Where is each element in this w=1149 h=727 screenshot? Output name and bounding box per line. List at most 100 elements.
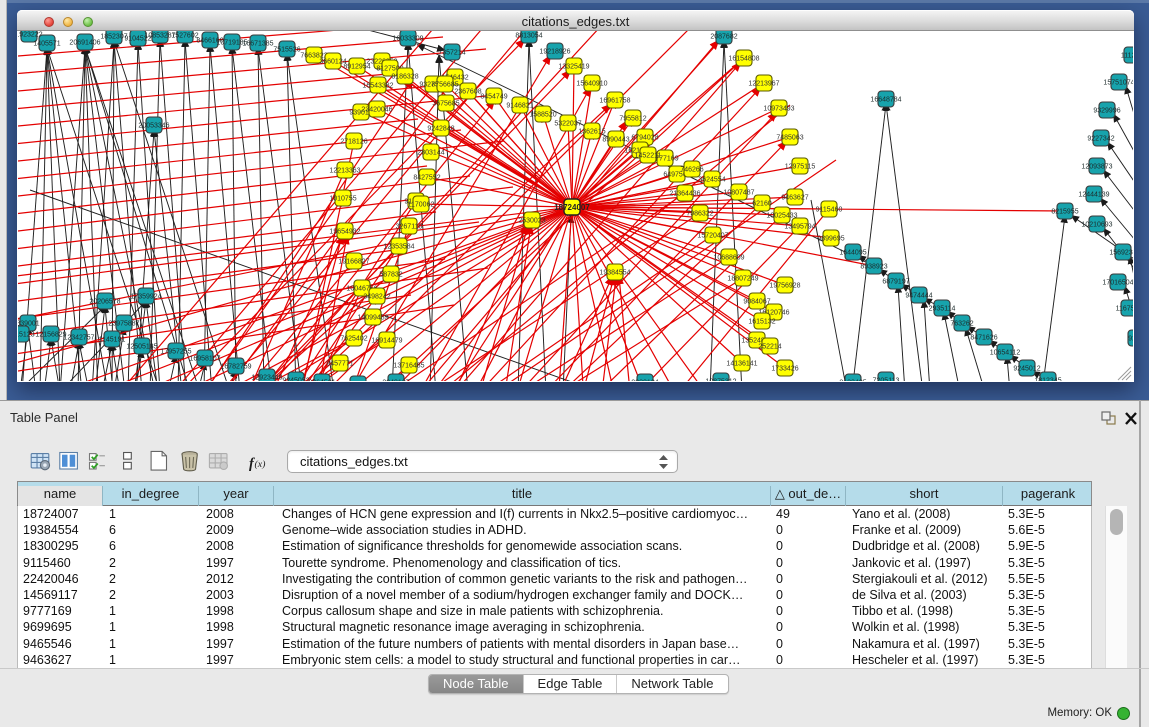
svg-text:12444139: 12444139 [1078,192,1109,199]
svg-text:1145191: 1145191 [99,337,126,344]
svg-text:19218926: 19218926 [539,49,570,56]
svg-text:1588520: 1588520 [529,112,556,119]
svg-text:14099489: 14099489 [357,315,388,322]
svg-text:10973493: 10973493 [763,106,794,113]
svg-text:12156829: 12156829 [35,332,66,339]
svg-text:3675685: 3675685 [432,101,459,108]
svg-text:2935114: 2935114 [929,306,956,313]
svg-text:6879197: 6879197 [882,279,909,286]
svg-text:12213967: 12213967 [748,81,779,88]
svg-text:8938923: 8938923 [860,264,887,271]
svg-text:2803144: 2803144 [417,150,444,157]
svg-text:9899695: 9899695 [817,236,844,243]
svg-text:10807487: 10807487 [723,190,754,197]
svg-text:17016504: 17016504 [1102,280,1133,287]
svg-text:1452211: 1452211 [635,153,662,160]
svg-text:18807249: 18807249 [727,276,758,283]
svg-text:12342757: 12342757 [63,335,94,342]
svg-text:252214: 252214 [758,344,781,351]
svg-text:19384554: 19384554 [599,270,630,277]
svg-text:16671385: 16671385 [242,41,273,48]
svg-text:7205113: 7205113 [873,378,900,382]
svg-text:3498242: 3498242 [363,294,390,301]
svg-text:16154808: 16154808 [728,56,759,63]
svg-text:1569239: 1569239 [1109,250,1133,257]
svg-text:3915123: 3915123 [18,332,35,339]
svg-text:9245012: 9245012 [1013,366,1040,373]
svg-text:1405571: 1405571 [33,41,60,48]
svg-text:(x): (x) [255,459,266,470]
svg-text:19654932: 19654932 [329,229,360,236]
svg-text:62160: 62160 [752,201,772,208]
svg-text:12975115: 12975115 [785,164,816,171]
svg-text:12505185: 12505185 [126,344,157,351]
svg-text:8215955: 8215955 [1051,209,1078,216]
svg-text:13325419: 13325419 [558,64,589,71]
svg-text:16914479: 16914479 [371,338,402,345]
svg-text:1812345: 1812345 [1034,378,1061,382]
svg-text:20053346: 20053346 [138,123,169,130]
svg-text:2367608: 2367608 [454,89,481,96]
svg-text:8454749: 8454749 [480,94,507,101]
svg-text:19166827: 19166827 [338,259,369,266]
svg-text:17957255: 17957255 [160,349,191,356]
svg-text:8813054: 8813054 [515,33,542,40]
svg-text:5322037: 5322037 [554,121,581,128]
svg-text:9227342: 9227342 [1087,136,1114,143]
svg-text:9474444: 9474444 [905,293,932,300]
svg-text:19756928: 19756928 [769,283,800,290]
svg-text:7515526: 7515526 [273,47,300,54]
svg-text:1010755: 1010755 [329,196,356,203]
svg-text:7625402: 7625402 [340,336,367,343]
svg-text:13716485: 13716485 [393,363,424,370]
svg-text:12923448: 12923448 [251,375,282,382]
svg-text:9380124: 9380124 [631,380,658,382]
svg-text:2530023: 2530023 [518,218,545,225]
svg-text:12213363: 12213363 [329,168,360,175]
svg-text:7986322: 7986322 [686,211,713,218]
svg-text:9463627: 9463627 [781,195,808,202]
svg-text:1167534: 1167534 [1116,306,1133,313]
svg-text:2087682: 2087682 [710,34,737,41]
svg-text:1615132: 1615132 [748,319,775,326]
svg-text:9245: 9245 [1128,336,1133,343]
svg-text:9146821: 9146821 [506,103,533,110]
svg-text:16543382: 16543382 [362,83,393,90]
svg-text:10210693: 10210693 [1081,222,1112,229]
svg-text:763262: 763262 [950,321,973,328]
svg-text:2049137: 2049137 [382,380,409,382]
svg-text:23975887: 23975887 [108,321,139,328]
svg-text:10688609: 10688609 [713,255,744,262]
svg-text:8990443: 8990443 [602,137,629,144]
svg-text:3267110: 3267110 [396,224,423,231]
svg-text:14136141: 14136141 [726,361,757,368]
svg-text:1170062: 1170062 [408,202,435,209]
svg-text:6794028: 6794028 [631,135,658,142]
svg-text:16782759: 16782759 [220,364,251,371]
svg-text:10875312: 10875312 [705,379,736,382]
svg-text:8064521: 8064521 [308,380,335,382]
svg-text:21364436: 21364436 [669,191,700,198]
svg-text:8471626: 8471626 [970,335,997,342]
svg-text:1733426: 1733426 [771,366,798,373]
svg-text:1362615: 1362615 [578,129,605,136]
svg-text:8186328: 8186328 [391,74,418,81]
svg-text:12353584: 12353584 [383,244,414,251]
svg-text:7955812: 7955812 [619,116,646,123]
svg-text:16033309: 16033309 [392,36,423,43]
svg-text:746266: 746266 [680,167,703,174]
svg-text:15751074: 15751074 [1103,80,1133,87]
svg-text:587832: 587832 [379,272,402,279]
svg-text:111234: 111234 [1121,53,1133,60]
svg-text:16958107: 16958107 [189,356,220,363]
svg-text:9329996: 9329996 [1093,108,1120,115]
svg-text:7357214: 7357214 [438,50,465,57]
svg-text:9115460: 9115460 [816,207,843,214]
svg-text:8756685: 8756685 [431,82,458,89]
svg-text:8427552: 8427552 [413,175,440,182]
svg-text:16648784: 16648784 [870,97,901,104]
svg-text:12093873: 12093873 [1081,164,1112,171]
svg-text:13495794: 13495794 [784,224,815,231]
svg-text:3624554: 3624554 [698,177,725,184]
svg-text:15640910: 15640910 [576,81,607,88]
